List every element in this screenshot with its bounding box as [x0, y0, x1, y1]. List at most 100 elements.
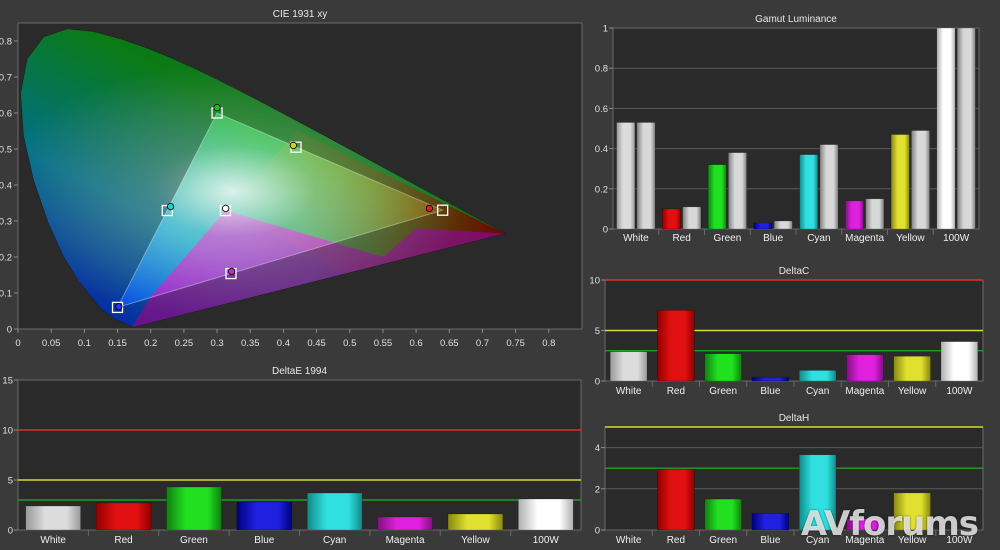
bar-white-target — [636, 122, 656, 230]
bar-red — [657, 468, 695, 531]
measured-point-cyan — [167, 203, 175, 211]
category-label: Yellow — [898, 386, 927, 397]
bar-cyan — [798, 370, 837, 382]
bar-magenta-measured — [845, 200, 864, 230]
bar-100w — [940, 341, 979, 382]
bar-magenta — [377, 516, 433, 531]
category-label: Cyan — [806, 386, 829, 397]
category-label: Yellow — [896, 233, 925, 244]
bar-100w-measured — [936, 27, 956, 230]
category-label: Cyan — [323, 535, 346, 546]
y-tick-label: 0.6 — [0, 109, 12, 120]
deltac-chart: DeltaC 0 5 10 White Red Green Blue Cyan Magenta Ye… — [589, 266, 984, 397]
category-label: Green — [713, 233, 741, 244]
y-tick-label: 5 — [8, 476, 13, 487]
bar-red — [657, 310, 695, 382]
y-tick-label: 0 — [603, 225, 608, 236]
x-tick-label: 0 — [15, 338, 20, 349]
category-label: White — [40, 535, 66, 546]
bar-green-measured — [707, 164, 727, 230]
bar-green — [704, 353, 742, 382]
category-label: Red — [667, 535, 685, 546]
bar-blue — [236, 501, 293, 531]
bar-green — [166, 486, 222, 531]
category-label: Red — [114, 535, 132, 546]
dh-title: DeltaH — [779, 413, 810, 424]
y-tick-label: 0.1 — [0, 289, 12, 300]
bar-yellow — [893, 356, 931, 382]
category-label: Magenta — [386, 535, 425, 546]
bar-yellow — [447, 513, 504, 531]
bar-red-target — [682, 206, 702, 230]
bar-magenta — [846, 354, 884, 382]
category-label: 100W — [533, 535, 560, 546]
measured-point-red — [425, 204, 433, 212]
category-label: Magenta — [845, 233, 884, 244]
x-tick-label: 0.3 — [210, 338, 223, 349]
bar-green-target — [728, 152, 747, 230]
measured-point-blue — [115, 303, 123, 311]
de-title: DeltaE 1994 — [272, 366, 327, 377]
x-tick-label: 0.4 — [277, 338, 290, 349]
y-tick-label: 0.2 — [595, 184, 608, 195]
x-tick-label: 0.65 — [440, 338, 459, 349]
category-label: Green — [709, 535, 737, 546]
bar-red-measured — [662, 208, 681, 230]
measured-point-white — [222, 204, 230, 212]
category-label: Magenta — [845, 386, 884, 397]
bar-100w — [518, 498, 574, 531]
x-tick-label: 0.75 — [506, 338, 525, 349]
bar-magenta-target — [865, 198, 885, 230]
y-tick-label: 4 — [595, 443, 600, 454]
y-tick-label: 0.4 — [595, 144, 608, 155]
gamut-luminance-chart: Gamut Luminance 0 0.2 0.4 0.6 0.8 1 White Red Gre… — [595, 14, 980, 244]
category-label: 100W — [946, 386, 973, 397]
x-tick-label: 0.55 — [374, 338, 393, 349]
bar-blue — [751, 513, 790, 531]
x-tick-label: 0.1 — [78, 338, 91, 349]
y-tick-label: 0.6 — [595, 104, 608, 115]
bar-cyan-measured — [799, 154, 819, 230]
category-label: Blue — [760, 535, 780, 546]
category-label: Red — [667, 386, 685, 397]
x-tick-label: 0.2 — [144, 338, 157, 349]
y-tick-label: 0.2 — [0, 253, 12, 264]
y-tick-label: 0.5 — [0, 145, 12, 156]
cie-x-axis: 0 0.05 0.1 0.15 0.2 0.25 0.3 0.35 0.4 0.45 0.5 0.55… — [15, 329, 555, 349]
cie-title: CIE 1931 xy — [273, 9, 327, 20]
category-label: Green — [709, 386, 737, 397]
bar-white — [609, 351, 648, 382]
x-tick-label: 0.25 — [175, 338, 194, 349]
category-label: Red — [672, 233, 690, 244]
y-tick-label: 0.8 — [0, 37, 12, 48]
y-tick-label: 1 — [603, 24, 608, 35]
deltae-chart: DeltaE 1994 0 5 10 15 White Red Green Blue Cyan Ma… — [2, 366, 582, 546]
bar-blue-target — [773, 220, 793, 230]
category-label: Green — [180, 535, 208, 546]
colorimetry-dashboard: CIE 1931 xy 0 0.05 0.1 0.1 5 0.2 0.25 0.3 0.3 5 0.… — [0, 9, 984, 546]
category-label: White — [623, 233, 649, 244]
y-tick-label: 0 — [8, 526, 13, 537]
dc-title: DeltaC — [779, 266, 810, 277]
category-label: Blue — [760, 386, 780, 397]
category-label: Blue — [254, 535, 274, 546]
avforums-watermark: AVforums — [800, 504, 979, 544]
bar-blue-measured — [753, 222, 773, 230]
x-tick-label: 0.05 — [42, 338, 61, 349]
y-tick-label: 0.7 — [0, 73, 12, 84]
bar-yellow-measured — [890, 134, 910, 230]
bar-100w-target — [956, 27, 976, 230]
bar-green — [704, 498, 742, 531]
measured-point-green — [213, 104, 221, 112]
y-tick-label: 5 — [595, 326, 600, 337]
bar-yellow-target — [911, 130, 930, 230]
y-tick-label: 0 — [595, 377, 600, 388]
x-tick-label: 0.8 — [542, 338, 555, 349]
bar-cyan — [306, 492, 363, 531]
y-tick-label: 0.3 — [0, 217, 12, 228]
bar-blue — [751, 377, 790, 382]
category-label: Yellow — [461, 535, 490, 546]
bar-white — [25, 505, 81, 531]
category-label: White — [616, 386, 642, 397]
y-tick-label: 0 — [7, 325, 12, 336]
